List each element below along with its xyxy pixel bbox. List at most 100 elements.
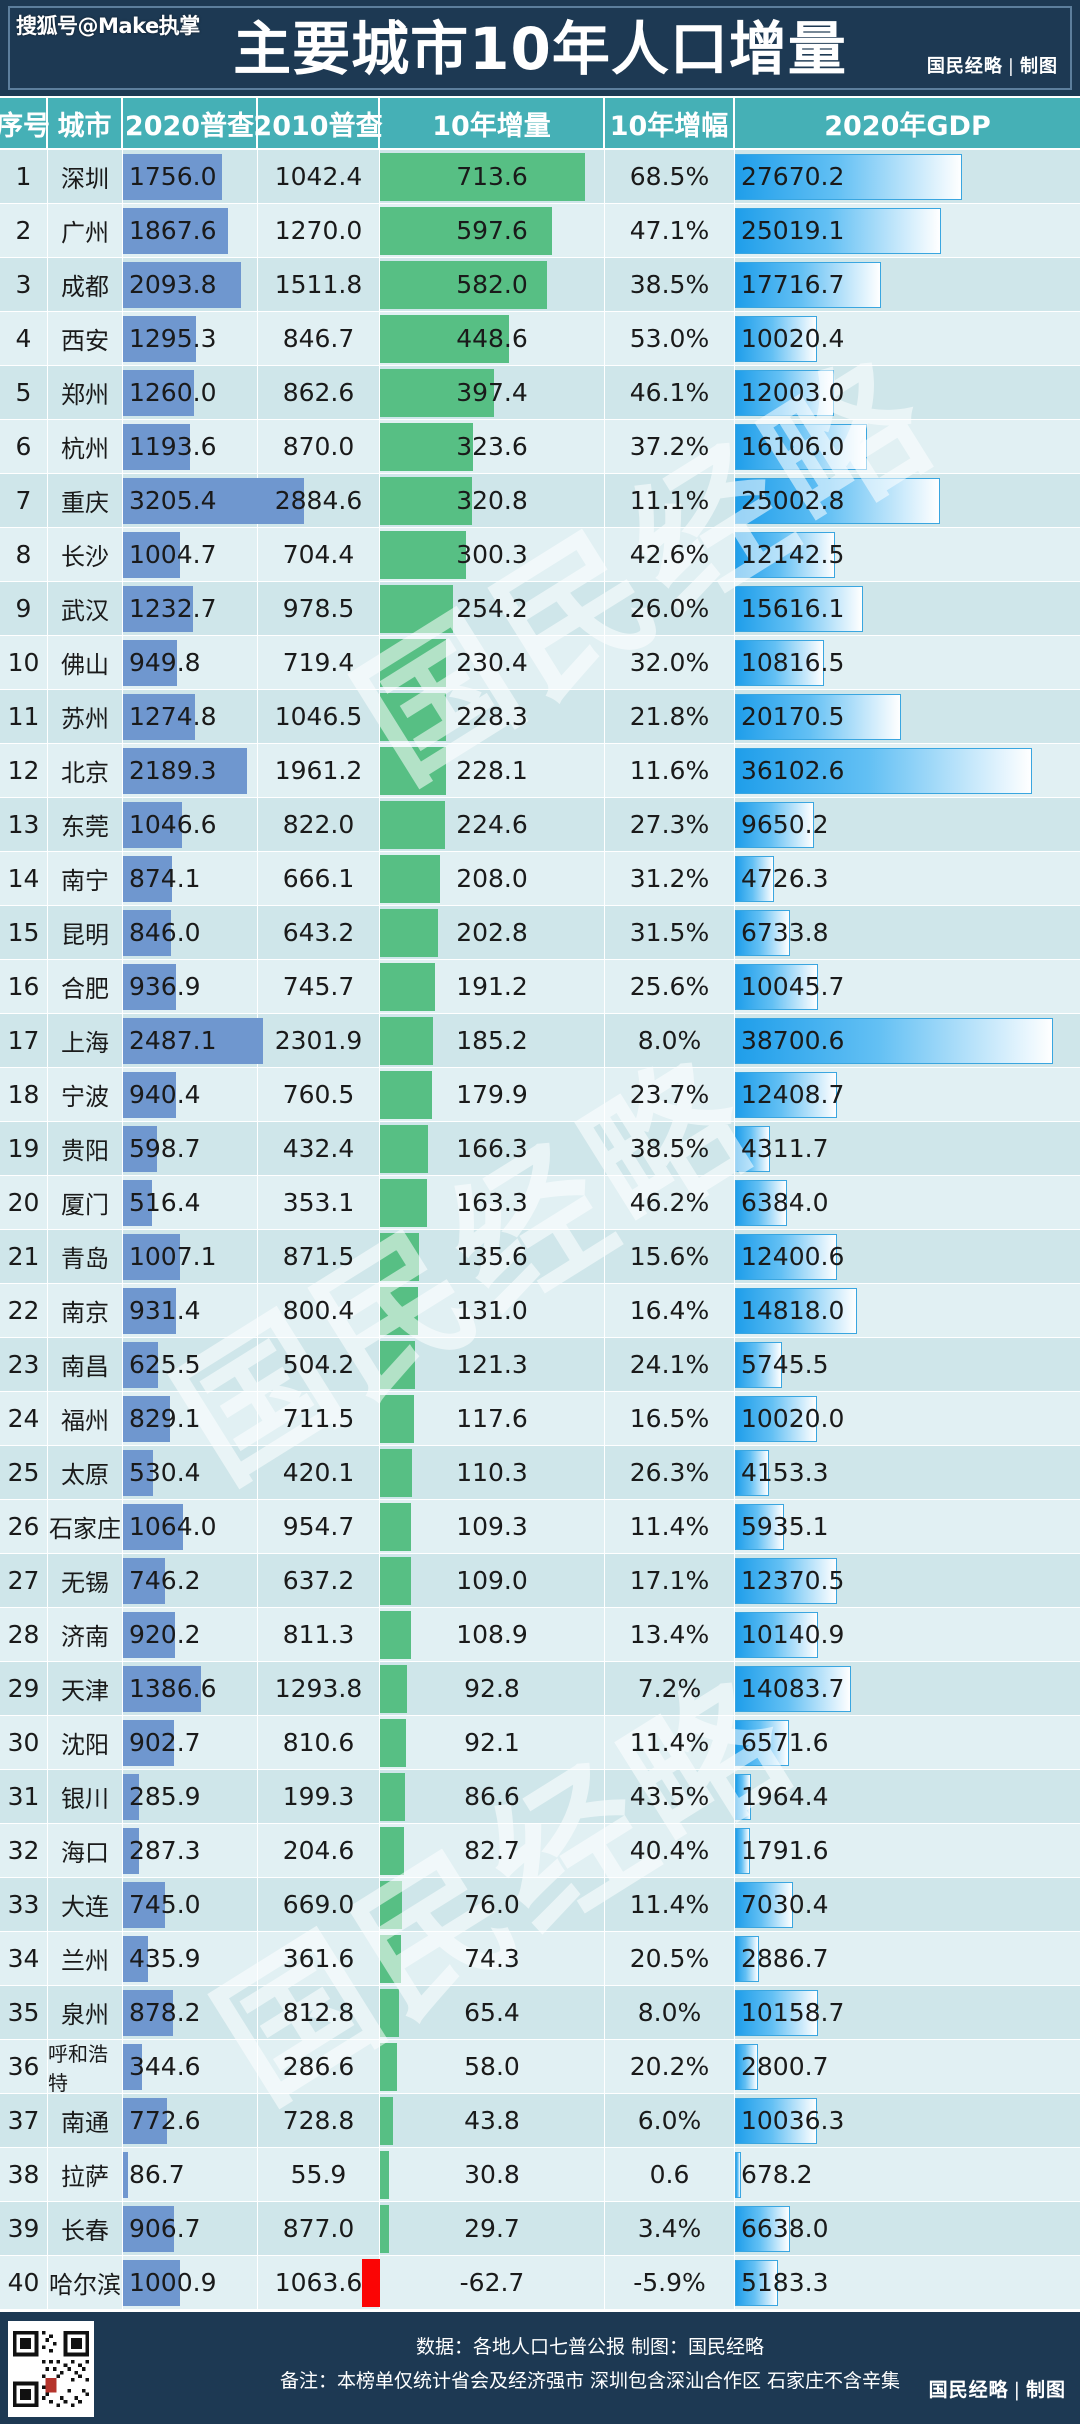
rank-value: 20 [7,1188,40,1217]
pop2020-value: 874.1 [129,864,201,893]
rank-value: 33 [7,1890,40,1919]
table-row: 20 厦门 516.4 353.1 163.3 46.2% 6384.0 [0,1176,1080,1230]
cell-pop2020: 746.2 [123,1554,258,1607]
rank-value: 29 [7,1674,40,1703]
pop2020-value: 516.4 [129,1188,201,1217]
cell-growth-pct: 26.3% [605,1446,735,1499]
growth-value: 228.1 [456,756,528,785]
column-header-growthpct[interactable]: 10年增幅 [605,98,735,148]
cell-pop2010: 728.8 [258,2094,380,2147]
cell-gdp: 6733.8 [735,906,1080,959]
cell-growth-pct: 37.2% [605,420,735,473]
table-row: 8 长沙 1004.7 704.4 300.3 42.6% 12142.5 [0,528,1080,582]
pop2020-value: 1004.7 [129,540,217,569]
cell-gdp: 10158.7 [735,1986,1080,2039]
cell-pop2020: 906.7 [123,2202,258,2255]
column-header-pop2020[interactable]: 2020普查 [123,98,258,148]
pop2020-value: 530.4 [129,1458,201,1487]
growth-value: 166.3 [456,1134,528,1163]
gdp-value: 12003.0 [741,378,845,407]
column-header-rank[interactable]: 序号 [0,98,50,148]
pop2020-value: 435.9 [129,1944,201,1973]
cell-growth-pct: 0.6 [605,2148,735,2201]
pop2010-value: 361.6 [282,1944,355,1973]
pop2020-value: 772.6 [129,2106,201,2135]
cell-city: 太原 [48,1446,123,1499]
cell-city: 哈尔滨 [48,2256,123,2309]
brand-suffix-top: 制图 [1020,56,1058,77]
pop2020-value: 1046.6 [129,810,217,839]
cell-pop2020: 3205.4 [123,474,304,527]
growth-value: 224.6 [456,810,528,839]
growth-pct-value: 24.1% [629,1350,710,1379]
cell-city: 郑州 [48,366,123,419]
cell-gdp: 36102.6 [735,744,1080,797]
table-row: 21 青岛 1007.1 871.5 135.6 15.6% 12400.6 [0,1230,1080,1284]
table-row: 11 苏州 1274.8 1046.5 228.3 21.8% 20170.5 [0,690,1080,744]
gdp-value: 5183.3 [741,2268,829,2297]
table-row: 29 天津 1386.6 1293.8 92.8 7.2% 14083.7 [0,1662,1080,1716]
growth-pct-value: 11.4% [629,1890,710,1919]
cell-pop2020: 435.9 [123,1932,258,1985]
city-name: 武汉 [61,597,109,625]
gdp-value: 10816.5 [741,648,845,677]
gdp-value: 4726.3 [741,864,829,893]
cell-rank: 10 [0,636,48,689]
column-header-gdp[interactable]: 2020年GDP [735,98,1080,148]
cell-growth: 582.0 [380,258,605,311]
table-row: 37 南通 772.6 728.8 43.8 6.0% 10036.3 [0,2094,1080,2148]
cell-rank: 25 [0,1446,48,1499]
cell-gdp: 6571.6 [735,1716,1080,1769]
cell-growth: 320.8 [380,474,605,527]
gdp-value: 36102.6 [741,756,845,785]
pop2020-value: 86.7 [129,2160,185,2189]
pop2020-value: 949.8 [129,648,201,677]
growth-pct-value: 11.1% [629,486,710,515]
brand-name-top: 国民经略 [926,56,1003,77]
cell-pop2010: 504.2 [258,1338,380,1391]
cell-pop2010: 862.6 [258,366,380,419]
pop2010-value: 728.8 [282,2106,355,2135]
pop2020-value: 1260.0 [129,378,217,407]
cell-growth: 58.0 [380,2040,605,2093]
table-row: 4 西安 1295.3 846.7 448.6 53.0% 10020.4 [0,312,1080,366]
cell-city: 西安 [48,312,123,365]
cell-growth-pct: 43.5% [605,1770,735,1823]
growth-value: 202.8 [456,918,528,947]
growth-value: 82.7 [464,1836,520,1865]
cell-rank: 34 [0,1932,48,1985]
column-header-growth[interactable]: 10年增量 [380,98,605,148]
cell-growth-pct: 21.8% [605,690,735,743]
cell-city: 南昌 [48,1338,123,1391]
city-name: 呼和浩特 [48,2041,108,2095]
gdp-value: 12400.6 [741,1242,845,1271]
gdp-value: 12370.5 [741,1566,845,1595]
pop2010-value: 1961.2 [274,756,363,785]
growth-value: 117.6 [456,1404,528,1433]
qr-code[interactable] [8,2321,94,2417]
growth-value: 597.6 [456,216,528,245]
growth-value: 76.0 [464,1890,520,1919]
cell-gdp: 4153.3 [735,1446,1080,1499]
column-header-pop2010[interactable]: 2010普查 [253,98,383,148]
growth-value: 135.6 [456,1242,528,1271]
cell-pop2010: 432.4 [258,1122,380,1175]
cell-growth: 74.3 [380,1932,605,1985]
column-header-city[interactable]: 城市 [48,98,123,148]
city-name: 长沙 [61,543,109,571]
growth-pct-value: 68.5% [629,162,710,191]
footer-note-line: 备注：本榜单仅统计省会及经济强市 深圳包含深汕合作区 石家庄不含辛集 [279,2370,901,2392]
table-row: 30 沈阳 902.7 810.6 92.1 11.4% 6571.6 [0,1716,1080,1770]
gdp-value: 10158.7 [741,1998,845,2027]
source-account-watermark: 搜狐号@Make执掌 [16,14,200,38]
gdp-value: 10140.9 [741,1620,845,1649]
growth-value: 448.6 [456,324,528,353]
table-row: 32 海口 287.3 204.6 82.7 40.4% 1791.6 [0,1824,1080,1878]
cell-gdp: 12142.5 [735,528,1080,581]
cell-gdp: 12370.5 [735,1554,1080,1607]
rank-value: 30 [7,1728,40,1757]
city-name: 上海 [61,1029,109,1057]
gdp-value: 6384.0 [741,1188,829,1217]
gdp-value: 2800.7 [741,2052,829,2081]
cell-pop2020: 936.9 [123,960,258,1013]
